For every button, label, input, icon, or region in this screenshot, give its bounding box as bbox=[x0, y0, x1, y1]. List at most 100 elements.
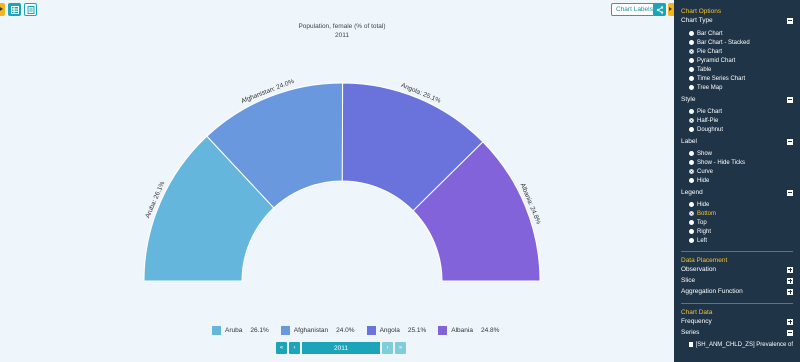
radio-button[interactable] bbox=[689, 109, 694, 114]
expand-icon[interactable] bbox=[787, 318, 793, 325]
chart-options-panel: Chart Options Chart Type Bar Chart Bar Ch… bbox=[674, 0, 800, 362]
legend-option[interactable]: Right bbox=[681, 227, 793, 236]
style-header[interactable]: Style bbox=[681, 94, 793, 105]
legend-item[interactable]: Albania 24.8% bbox=[438, 326, 499, 335]
radio-button[interactable] bbox=[689, 178, 694, 183]
label-option[interactable]: Show bbox=[681, 149, 793, 158]
radio-button[interactable] bbox=[689, 49, 694, 54]
slice-header[interactable]: Slice bbox=[681, 275, 793, 286]
legend-options: Hide Bottom Top Right Left bbox=[681, 200, 793, 245]
label-options: Show Show - Hide Ticks Curve Hide bbox=[681, 149, 793, 185]
label-header[interactable]: Label bbox=[681, 136, 793, 147]
aggregation-header[interactable]: Aggregation Function bbox=[681, 286, 793, 297]
radio-button[interactable] bbox=[689, 211, 694, 216]
collapse-icon[interactable] bbox=[787, 17, 793, 24]
radio-button[interactable] bbox=[689, 76, 694, 81]
collapse-icon[interactable] bbox=[787, 138, 793, 145]
legend-item[interactable]: Angola 25.1% bbox=[366, 326, 427, 335]
frequency-label: Frequency bbox=[681, 318, 712, 325]
legend-option[interactable]: Top bbox=[681, 218, 793, 227]
legend-option[interactable]: Bottom bbox=[681, 209, 793, 218]
radio-button[interactable] bbox=[689, 127, 694, 132]
radio-button[interactable] bbox=[689, 58, 694, 63]
radio-button[interactable] bbox=[689, 85, 694, 90]
next-page-button[interactable]: › bbox=[382, 342, 393, 354]
style-options: Pie Chart Half-Pie Doughnut bbox=[681, 107, 793, 134]
last-page-button[interactable]: » bbox=[395, 342, 406, 354]
series-item-label: [SH_ANM_CHLD_ZS] Prevalence of bbox=[695, 341, 793, 348]
collapse-icon[interactable] bbox=[787, 329, 793, 336]
radio-button[interactable] bbox=[689, 220, 694, 225]
aggregation-label: Aggregation Function bbox=[681, 288, 743, 295]
legend-value: 24.8% bbox=[480, 327, 500, 334]
chart-type-option-label: Time Series Chart bbox=[697, 75, 746, 82]
radio-button[interactable] bbox=[689, 169, 694, 174]
expand-icon[interactable] bbox=[787, 277, 793, 284]
label-label: Label bbox=[681, 138, 697, 145]
expand-icon[interactable] bbox=[787, 266, 793, 273]
radio-button[interactable] bbox=[689, 229, 694, 234]
style-option-label: Half-Pie bbox=[697, 117, 719, 124]
collapse-icon[interactable] bbox=[787, 96, 793, 103]
prev-page-button[interactable]: ‹ bbox=[289, 342, 300, 354]
chart-type-option[interactable]: Bar Chart - Stacked bbox=[681, 38, 793, 47]
year-pager: « ‹ 2011 › » bbox=[276, 342, 406, 354]
style-option-label: Doughnut bbox=[697, 126, 724, 133]
chart-type-option-label: Table bbox=[697, 66, 712, 73]
half-pie-chart: Aruba: 26.1%Afghanistan: 24.0% Angola: 25… bbox=[143, 78, 542, 282]
style-option[interactable]: Pie Chart bbox=[681, 107, 793, 116]
chart-type-label: Chart Type bbox=[681, 17, 713, 24]
chart-type-option[interactable]: Pyramid Chart bbox=[681, 56, 793, 65]
series-checkbox[interactable] bbox=[689, 342, 693, 347]
radio-button[interactable] bbox=[689, 31, 694, 36]
series-item[interactable]: [SH_ANM_CHLD_ZS] Prevalence of bbox=[681, 340, 793, 349]
radio-button[interactable] bbox=[689, 202, 694, 207]
legend-name: Afghanistan bbox=[293, 327, 329, 334]
label-option-label: Show - Hide Ticks bbox=[697, 159, 746, 166]
chart-type-header[interactable]: Chart Type bbox=[681, 15, 793, 26]
observation-header[interactable]: Observation bbox=[681, 264, 793, 275]
radio-button[interactable] bbox=[689, 118, 694, 123]
chart-type-option[interactable]: Pie Chart bbox=[681, 47, 793, 56]
legend-option-label: Right bbox=[697, 228, 712, 235]
first-page-button[interactable]: « bbox=[276, 342, 287, 354]
style-option[interactable]: Doughnut bbox=[681, 125, 793, 134]
radio-button[interactable] bbox=[689, 40, 694, 45]
radio-button[interactable] bbox=[689, 238, 694, 243]
chart-type-option-label: Pyramid Chart bbox=[697, 57, 736, 64]
label-option-label: Show bbox=[697, 150, 713, 157]
chart-type-option[interactable]: Tree Map bbox=[681, 83, 793, 92]
expand-icon[interactable] bbox=[787, 288, 793, 295]
legend-item[interactable]: Afghanistan 24.0% bbox=[280, 326, 355, 335]
radio-button[interactable] bbox=[689, 160, 694, 165]
legend-swatch bbox=[212, 326, 221, 335]
chart-data-title: Chart Data bbox=[681, 309, 713, 316]
chart-type-option-label: Bar Chart bbox=[697, 30, 723, 37]
collapse-icon[interactable] bbox=[787, 189, 793, 196]
series-header[interactable]: Series bbox=[681, 327, 793, 338]
label-option[interactable]: Show - Hide Ticks bbox=[681, 158, 793, 167]
legend-option-label: Top bbox=[697, 219, 707, 226]
chart-options-title: Chart Options bbox=[681, 8, 722, 15]
chart-type-option-label: Bar Chart - Stacked bbox=[697, 39, 750, 46]
label-option[interactable]: Curve bbox=[681, 167, 793, 176]
radio-button[interactable] bbox=[689, 67, 694, 72]
legend-item[interactable]: Aruba 26.1% bbox=[212, 326, 269, 335]
chart-type-option[interactable]: Bar Chart bbox=[681, 29, 793, 38]
chart-type-option[interactable]: Time Series Chart bbox=[681, 74, 793, 83]
year-selector[interactable]: 2011 bbox=[302, 342, 380, 354]
chart-type-option-label: Pie Chart bbox=[697, 48, 723, 55]
frequency-header[interactable]: Frequency bbox=[681, 316, 793, 327]
series-label: Series bbox=[681, 329, 700, 336]
legend-name: Angola bbox=[379, 327, 400, 334]
legend-option[interactable]: Hide bbox=[681, 200, 793, 209]
radio-button[interactable] bbox=[689, 151, 694, 156]
legend-header[interactable]: Legend bbox=[681, 187, 793, 198]
legend-option[interactable]: Left bbox=[681, 236, 793, 245]
chart-type-option[interactable]: Table bbox=[681, 65, 793, 74]
label-option[interactable]: Hide bbox=[681, 176, 793, 185]
legend-value: 25.1% bbox=[407, 327, 427, 334]
chart-type-option-label: Tree Map bbox=[697, 84, 723, 91]
divider bbox=[681, 303, 793, 304]
style-option[interactable]: Half-Pie bbox=[681, 116, 793, 125]
